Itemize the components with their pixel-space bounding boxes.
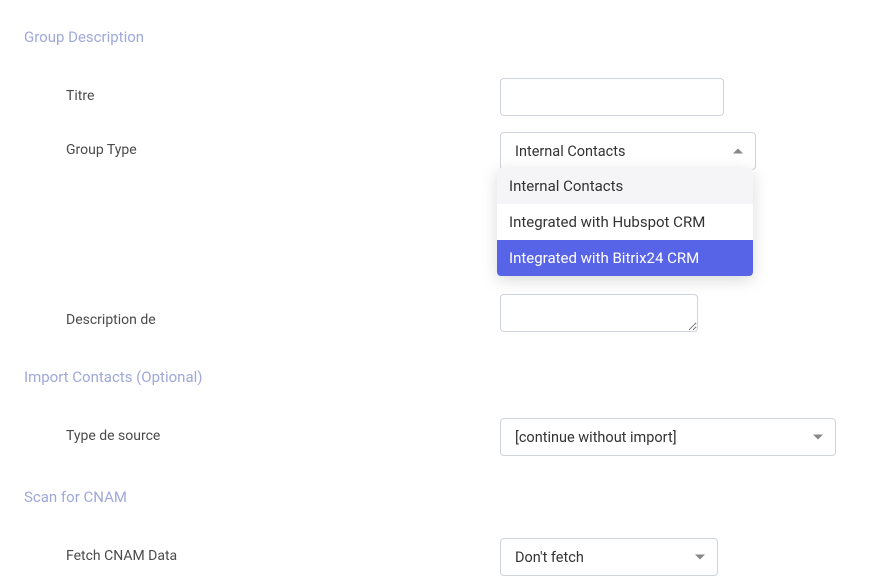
chevron-up-icon	[733, 149, 743, 154]
section-title-import-contacts: Import Contacts (Optional)	[0, 358, 886, 396]
section-title-scan-cnam: Scan for CNAM	[0, 478, 886, 516]
dropdown-option-internal-contacts[interactable]: Internal Contacts	[497, 168, 753, 204]
dropdown-option-hubspot[interactable]: Integrated with Hubspot CRM	[497, 204, 753, 240]
titre-input[interactable]	[500, 78, 724, 116]
fetch-cnam-select[interactable]: Don't fetch	[500, 538, 718, 576]
label-source-type: Type de source	[66, 418, 500, 444]
section-title-group-description: Group Description	[0, 18, 886, 56]
group-type-selected-value: Internal Contacts	[515, 143, 625, 160]
source-type-select[interactable]: [continue without import]	[500, 418, 836, 456]
label-fetch-cnam: Fetch CNAM Data	[66, 538, 500, 564]
label-description: Description de	[66, 312, 500, 336]
group-type-dropdown: Internal Contacts Integrated with Hubspo…	[497, 168, 753, 276]
dropdown-option-bitrix24[interactable]: Integrated with Bitrix24 CRM	[497, 240, 753, 276]
source-type-selected-value: [continue without import]	[515, 429, 677, 446]
chevron-down-icon	[695, 555, 705, 560]
group-type-select[interactable]: Internal Contacts	[500, 132, 756, 170]
chevron-down-icon	[813, 435, 823, 440]
description-textarea[interactable]	[500, 294, 698, 332]
label-titre: Titre	[66, 78, 500, 104]
label-group-type: Group Type	[66, 132, 500, 158]
fetch-cnam-selected-value: Don't fetch	[515, 549, 584, 566]
